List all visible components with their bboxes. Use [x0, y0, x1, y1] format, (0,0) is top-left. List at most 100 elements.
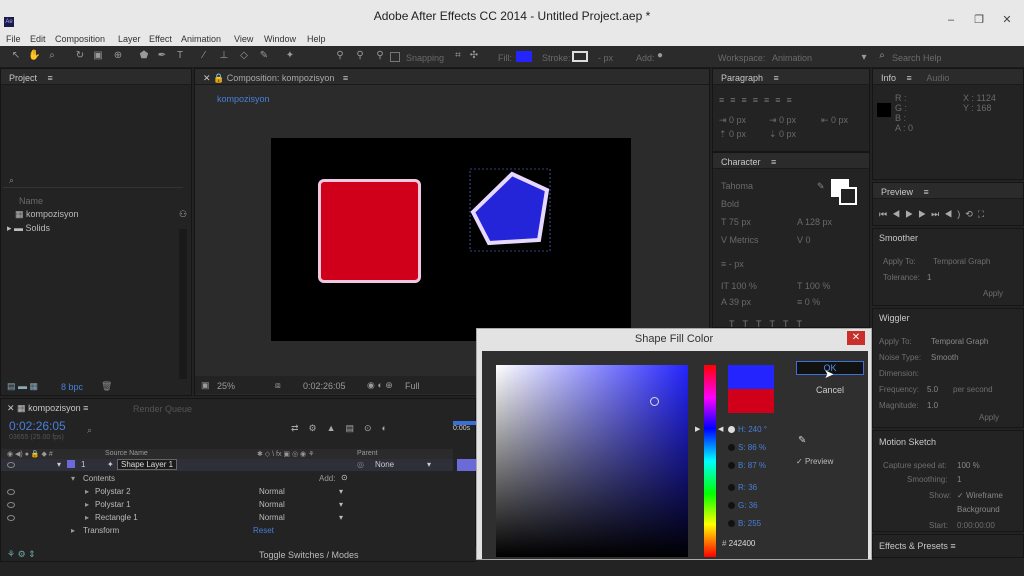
green-radio[interactable] — [728, 502, 735, 510]
add-icon[interactable]: ● — [654, 50, 666, 62]
capture-field[interactable]: 100 % — [957, 461, 980, 470]
menu-view[interactable]: View — [234, 34, 253, 44]
red-field[interactable]: R: 36 — [728, 483, 757, 492]
project-tab[interactable]: Project ≡ — [1, 69, 191, 85]
preview-checkbox[interactable]: ✓ Preview — [796, 457, 833, 466]
wiggler-apply-select[interactable]: Temporal Graph — [931, 337, 988, 346]
stroke-width-field[interactable]: ≡ - px — [721, 259, 744, 269]
background-checkbox[interactable]: Background — [957, 505, 1000, 514]
hue-slider[interactable] — [704, 365, 716, 557]
space-after[interactable]: ⇣ 0 px — [769, 129, 796, 140]
smoothing-field[interactable]: 1 — [957, 475, 961, 484]
wireframe-checkbox[interactable]: ✓ Wireframe — [957, 491, 1003, 500]
workspace-select[interactable]: Animation — [772, 53, 812, 63]
snapshot-icon[interactable]: ◉ ◐ ⊕ — [367, 380, 393, 391]
magnify-icon[interactable]: ▣ — [201, 380, 210, 391]
menu-help[interactable]: Help — [307, 34, 326, 44]
hue-slider-handle-right[interactable]: ◀ — [718, 425, 723, 433]
minimize-icon[interactable]: – — [944, 14, 958, 26]
snapping-checkbox[interactable] — [390, 52, 400, 62]
search-icon[interactable]: ⌕ — [9, 175, 14, 186]
blend-mode-select[interactable]: Normal — [259, 513, 285, 522]
visibility-eye-icon[interactable] — [7, 462, 15, 468]
shape-tool-icon[interactable]: ⬟ — [138, 50, 150, 62]
frequency-field[interactable]: 5.0 — [927, 385, 938, 394]
hue-slider-handle-left[interactable]: ▶ — [695, 425, 700, 433]
layer-label-color[interactable] — [67, 460, 75, 468]
camera-tool-icon[interactable]: ▣ — [92, 50, 104, 62]
maximize-icon[interactable]: ❐ — [972, 14, 986, 26]
interpret-footage-icon[interactable]: ▤ ▬ ▦ — [7, 381, 38, 392]
expand-arrow-icon[interactable]: ▸ — [85, 500, 89, 509]
wiggler-title[interactable]: Wiggler — [879, 313, 910, 323]
cancel-button[interactable]: Cancel — [796, 383, 864, 397]
bpc-label[interactable]: 8 bpc — [61, 382, 83, 392]
vertical-scale[interactable]: IT 100 % — [721, 281, 757, 291]
rotate-tool-icon[interactable]: ↻ — [74, 50, 86, 62]
list-item[interactable]: ▦ kompozisyon — [15, 209, 79, 220]
column-name[interactable]: Name — [19, 196, 43, 206]
clone-tool-icon[interactable]: ⊥ — [218, 50, 230, 62]
column-parent[interactable]: Parent — [357, 450, 378, 457]
roto-brush-tool-icon[interactable]: ✎ — [258, 50, 270, 62]
layer-row[interactable]: ▾ 1 ✦ Shape Layer 1 ◎ None ▾ — [1, 459, 453, 471]
expand-arrow-icon[interactable]: ▸ — [71, 526, 75, 535]
blend-mode-select[interactable]: Normal — [259, 487, 285, 496]
panel-menu-icon[interactable]: ≡ — [771, 157, 776, 167]
original-color-swatch[interactable] — [728, 389, 774, 413]
space-before[interactable]: ⇡ 0 px — [719, 129, 746, 140]
brightness-field[interactable]: B: 87 % — [728, 461, 766, 470]
noise-type-select[interactable]: Smooth — [931, 353, 959, 362]
lock-icon[interactable]: 🔒 — [213, 73, 224, 83]
hex-field[interactable]: # 242400 — [722, 539, 755, 548]
puppet-pin-icon[interactable]: ⚲ — [334, 50, 346, 62]
chevron-down-icon[interactable]: ▾ — [858, 52, 870, 64]
breadcrumb[interactable]: kompozisyon — [217, 94, 270, 104]
visibility-eye-icon[interactable] — [7, 489, 15, 495]
tsume[interactable]: ≡ 0 % — [797, 297, 820, 307]
fill-swatch[interactable] — [516, 51, 532, 62]
column-source-name[interactable]: Source Name — [105, 450, 148, 457]
expand-arrow-icon[interactable]: ▾ — [71, 474, 75, 483]
blue-polystar-shape[interactable] — [467, 168, 557, 258]
chevron-down-icon[interactable]: ▾ — [339, 513, 343, 522]
hue-field[interactable]: H: 240 ° — [728, 425, 767, 434]
paragraph-tab[interactable]: Paragraph ≡ — [713, 69, 869, 85]
chevron-down-icon[interactable]: ▾ — [339, 500, 343, 509]
audio-tab[interactable]: Audio — [926, 73, 949, 83]
playback-controls[interactable]: ⏮◀▶▶⏭◀)⟲⛶ — [879, 209, 989, 220]
flowchart-icon[interactable]: ⚇ — [179, 209, 187, 220]
tracking[interactable]: V 0 — [797, 235, 811, 245]
pan-behind-tool-icon[interactable]: ⊕ — [112, 50, 124, 62]
local-axis-icon[interactable]: ⚲ — [354, 50, 366, 62]
panel-menu-icon[interactable]: ≡ — [774, 73, 779, 83]
reset-link[interactable]: Reset — [253, 526, 274, 535]
hand-tool-icon[interactable]: ✋ — [28, 50, 40, 62]
transform-row[interactable]: ▸ Transform Reset — [1, 525, 453, 537]
indent-first[interactable]: ⇥ 0 px — [769, 115, 796, 126]
character-tab[interactable]: Character ≡ — [713, 153, 869, 169]
panel-menu-icon[interactable]: ≡ — [907, 73, 912, 83]
motion-sketch-title[interactable]: Motion Sketch — [879, 437, 936, 447]
list-item[interactable]: ▸ ▬ Solids — [7, 223, 50, 234]
panel-menu-icon[interactable]: ≡ — [924, 187, 929, 197]
preview-tab[interactable]: Preview ≡ — [873, 183, 1023, 199]
smoother-title[interactable]: Smoother — [879, 233, 918, 243]
color-picker-handle[interactable] — [650, 397, 659, 406]
tolerance-field[interactable]: 1 — [927, 273, 931, 282]
scrollbar[interactable] — [179, 229, 187, 379]
font-family-select[interactable]: Tahoma — [721, 181, 753, 191]
search-help-input[interactable]: Search Help — [892, 53, 942, 63]
indent-right[interactable]: ⇤ 0 px — [821, 115, 848, 126]
red-rectangle-shape[interactable] — [318, 179, 421, 283]
smoother-apply-select[interactable]: Temporal Graph — [933, 257, 990, 266]
saturation-field[interactable]: S: 86 % — [728, 443, 766, 452]
zoom-tool-icon[interactable]: ⌕ — [46, 50, 58, 62]
panel-menu-icon[interactable]: ≡ — [343, 73, 348, 83]
hue-radio[interactable] — [728, 426, 735, 434]
table-row[interactable]: ▸ Polystar 1 Normal ▾ — [1, 499, 453, 511]
layer-duration-bar[interactable] — [457, 459, 477, 471]
brightness-radio[interactable] — [728, 462, 735, 470]
current-time[interactable]: 0:02:26:05 — [303, 381, 346, 391]
contents-row[interactable]: ▾ Contents Add: ⊙ — [1, 473, 453, 485]
